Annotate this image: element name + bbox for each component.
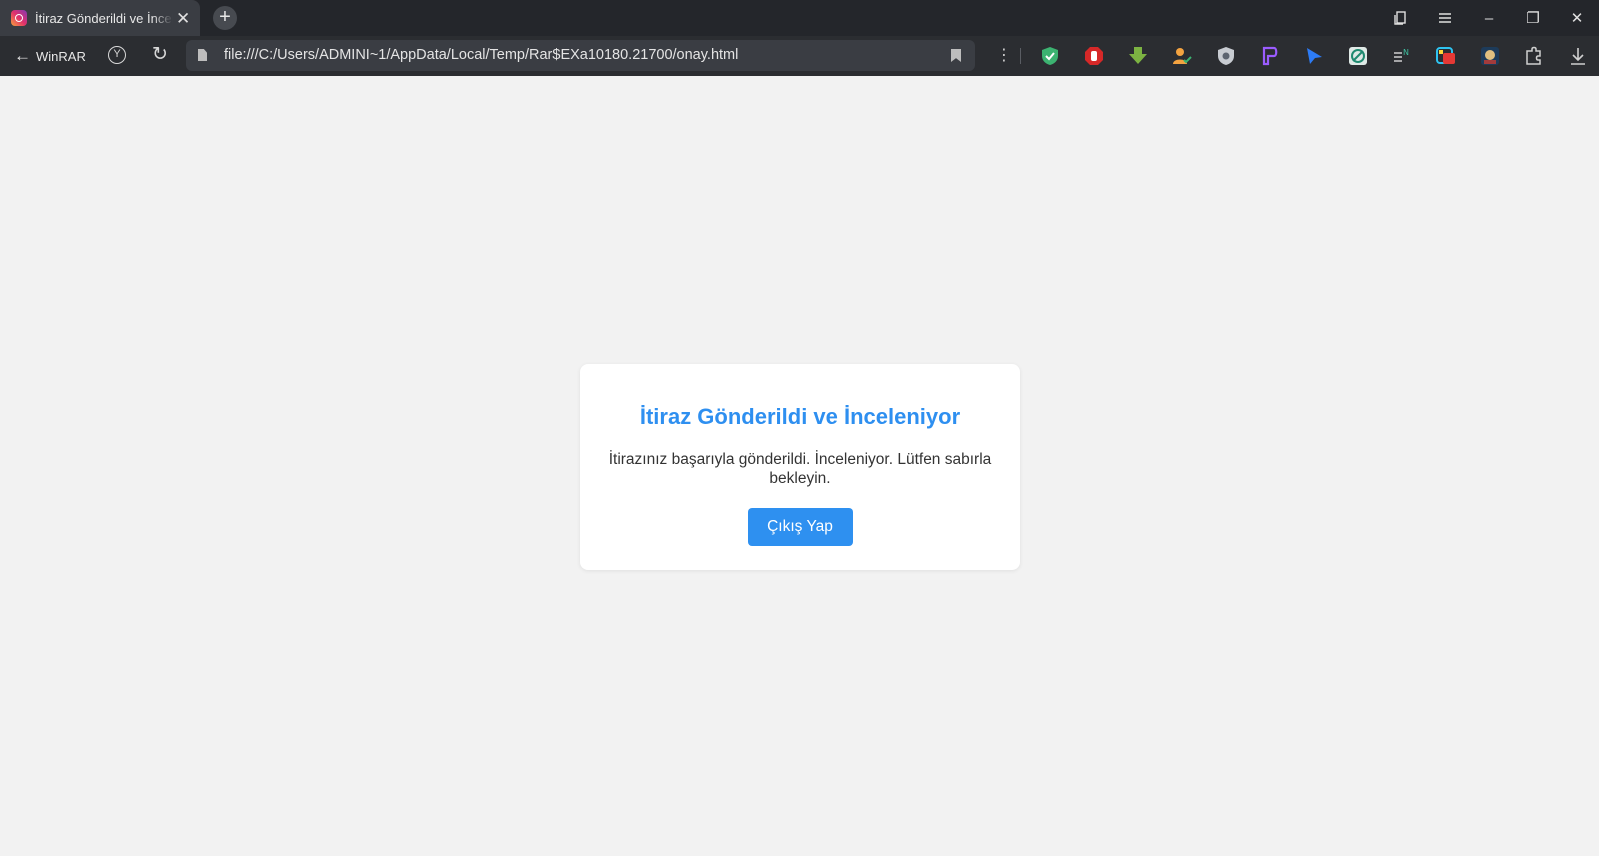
- window-controls: – ❐ ✕: [1379, 0, 1599, 36]
- menu-icon[interactable]: [1423, 0, 1467, 36]
- tab-bar: İtiraz Gönderildi ve İnceleniyor ✕ + – ❐…: [0, 0, 1599, 36]
- purple-p-icon[interactable]: [1260, 46, 1280, 66]
- back-button[interactable]: ← WinRAR: [14, 45, 86, 67]
- bookmark-icon[interactable]: [951, 49, 961, 62]
- address-bar[interactable]: file:///C:/Users/ADMINI~1/AppData/Local/…: [186, 40, 975, 71]
- svg-text:N: N: [1403, 48, 1409, 57]
- active-tab[interactable]: İtiraz Gönderildi ve İnceleniyor ✕: [0, 0, 200, 36]
- close-window-button[interactable]: ✕: [1555, 0, 1599, 36]
- extensions-puzzle-icon[interactable]: [1524, 46, 1544, 66]
- address-toolbar: ← WinRAR Y ↻ file:///C:/Users/ADMINI~1/A…: [0, 36, 1599, 76]
- privacy-badge-icon[interactable]: [1216, 46, 1236, 66]
- reload-icon[interactable]: ↻: [152, 43, 168, 66]
- new-tab-button[interactable]: +: [213, 6, 237, 30]
- close-tab-icon[interactable]: ✕: [176, 10, 190, 27]
- instagram-icon: [11, 10, 27, 26]
- card-message: İtirazınız başarıyla gönderildi. İncelen…: [608, 451, 992, 487]
- logout-button[interactable]: Çıkış Yap: [747, 508, 853, 546]
- browser-window: İtiraz Gönderildi ve İnceleniyor ✕ + – ❐…: [0, 0, 1599, 856]
- card-title: İtiraz Gönderildi ve İnceleniyor: [639, 404, 961, 429]
- back-label: WinRAR: [36, 48, 86, 64]
- tab-manager-icon[interactable]: [1379, 0, 1423, 36]
- file-icon: [198, 49, 207, 61]
- mascot-icon[interactable]: [1480, 46, 1500, 66]
- confirmation-card: İtiraz Gönderildi ve İnceleniyor İtirazı…: [580, 364, 1020, 570]
- green-circle-icon[interactable]: [1348, 46, 1368, 66]
- person-check-icon[interactable]: [1172, 46, 1192, 66]
- page-content: İtiraz Gönderildi ve İnceleniyor İtirazı…: [0, 76, 1599, 856]
- en-reader-icon[interactable]: N: [1392, 46, 1412, 66]
- blue-cursor-icon[interactable]: [1304, 46, 1324, 66]
- toolbar-divider: [1020, 48, 1021, 64]
- shield-check-icon[interactable]: [1040, 46, 1060, 66]
- tab-title: İtiraz Gönderildi ve İnceleniyor: [35, 10, 173, 26]
- download-arrow-icon[interactable]: [1128, 46, 1148, 66]
- minimize-button[interactable]: –: [1467, 0, 1511, 36]
- downloads-icon[interactable]: [1568, 46, 1588, 66]
- restore-button[interactable]: ❐: [1511, 0, 1555, 36]
- back-arrow-icon: ←: [14, 46, 31, 65]
- color-box-icon[interactable]: [1436, 46, 1456, 66]
- url-text[interactable]: file:///C:/Users/ADMINI~1/AppData/Local/…: [224, 47, 738, 63]
- stop-hand-icon[interactable]: [1084, 46, 1104, 66]
- more-options-icon[interactable]: ⋮: [996, 45, 1012, 65]
- yandex-icon[interactable]: Y: [108, 46, 126, 64]
